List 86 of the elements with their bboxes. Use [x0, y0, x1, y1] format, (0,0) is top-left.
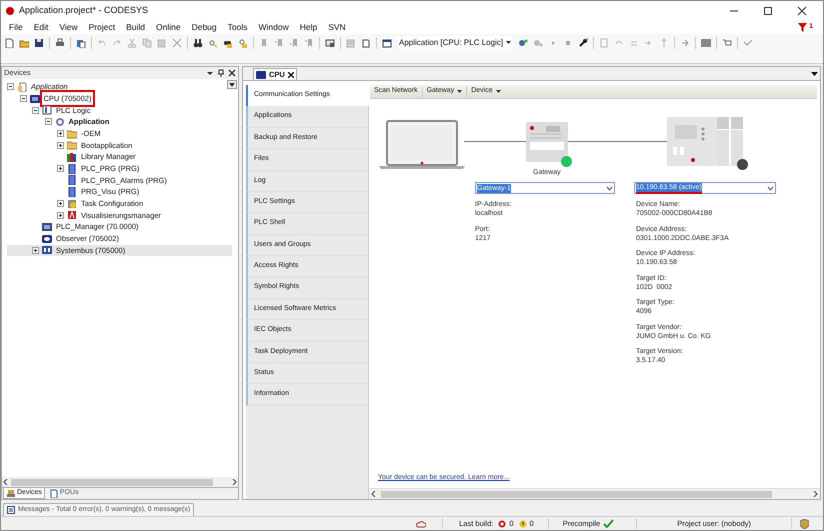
scroll-right-icon[interactable] — [231, 479, 237, 485]
list-window-icon — [7, 506, 15, 514]
eye-icon — [42, 234, 52, 244]
caret-icon — [229, 82, 235, 86]
books-icon — [67, 152, 77, 162]
cloud-icon[interactable] — [416, 520, 426, 528]
menu-item[interactable]: Online — [156, 20, 181, 34]
cart-icon[interactable] — [722, 38, 732, 48]
pin-icon[interactable] — [217, 69, 225, 77]
expand-icon[interactable] — [57, 165, 64, 172]
checkmark-icon[interactable] — [603, 519, 614, 528]
close-icon[interactable] — [288, 72, 294, 78]
menu-item[interactable]: Debug — [192, 20, 217, 34]
document-icon — [67, 187, 77, 198]
menu-item[interactable]: Build — [126, 20, 146, 34]
scroll-left-icon[interactable] — [3, 479, 9, 485]
cpu-icon — [256, 70, 266, 78]
caret-icon — [496, 90, 501, 93]
expand-icon[interactable] — [57, 130, 64, 138]
scroll-left-icon[interactable] — [371, 491, 377, 497]
replace-icon[interactable] — [208, 38, 218, 48]
clipboard-icon[interactable] — [76, 38, 86, 48]
tools-icon[interactable] — [578, 38, 588, 48]
laptop-icon — [378, 120, 466, 170]
window-title: Application.project* - CODESYS — [19, 4, 148, 17]
menu-item[interactable]: View — [59, 20, 78, 34]
screen-icon[interactable] — [701, 38, 712, 48]
shield-icon[interactable] — [800, 518, 809, 528]
expand-icon[interactable] — [57, 142, 64, 149]
window-icon[interactable] — [325, 38, 335, 48]
menu-item[interactable]: Tools — [228, 20, 248, 34]
save-icon[interactable] — [34, 38, 44, 48]
close-icon[interactable] — [797, 6, 807, 16]
close-icon[interactable] — [228, 69, 236, 77]
maximize-icon[interactable] — [763, 6, 773, 16]
scrollbar-thumb[interactable] — [11, 478, 213, 486]
devices-icon — [6, 488, 15, 498]
expand-icon[interactable] — [57, 200, 64, 208]
cpu-icon — [30, 94, 40, 104]
application-dropdown[interactable]: Application [CPU: PLC Logic] — [397, 36, 514, 49]
folder-icon — [67, 128, 77, 139]
menu-item[interactable]: Edit — [34, 20, 48, 34]
chevron-down-icon — [606, 186, 613, 190]
arrow-right-icon[interactable] — [680, 38, 690, 48]
bus-icon — [42, 245, 52, 256]
document-icon[interactable] — [4, 38, 14, 48]
gateway-device-drawing — [526, 122, 570, 164]
menu-item[interactable]: Window — [258, 20, 289, 34]
folder-icon[interactable] — [19, 38, 29, 48]
expand-icon[interactable] — [57, 212, 64, 219]
error-icon — [498, 520, 506, 528]
document-icon — [17, 82, 27, 92]
document-icon — [67, 164, 77, 174]
app-logo-icon — [5, 6, 15, 16]
plc-icon — [42, 105, 52, 116]
menu-item[interactable]: Project — [88, 20, 116, 34]
binoculars-icon[interactable] — [193, 38, 203, 48]
scrollbar-thumb[interactable] — [381, 490, 772, 498]
menu-item[interactable]: SVN — [328, 20, 346, 34]
folder-icon — [67, 140, 77, 150]
caret-icon — [506, 40, 512, 44]
task-icon — [67, 198, 77, 209]
menu-item[interactable]: File — [9, 20, 23, 34]
printer-icon[interactable] — [55, 38, 65, 48]
collapse-icon[interactable] — [7, 83, 14, 90]
dropdown-button[interactable] — [227, 80, 237, 89]
scroll-right-icon[interactable] — [812, 491, 818, 497]
module-icon — [42, 222, 52, 232]
collapse-icon[interactable] — [20, 95, 26, 102]
dropdown-icon[interactable] — [206, 69, 214, 77]
gear-icon — [54, 116, 64, 127]
caret-icon — [457, 90, 462, 93]
visualization-icon — [67, 210, 77, 220]
calendar-icon[interactable] — [382, 38, 392, 48]
menu-item[interactable]: Help — [300, 20, 318, 34]
expand-icon[interactable] — [32, 246, 39, 254]
dropdown-icon[interactable] — [811, 72, 818, 77]
document-icon — [67, 175, 77, 186]
login-gears-icon[interactable] — [518, 38, 528, 48]
check-arrows-icon[interactable] — [743, 38, 754, 48]
chevron-down-icon — [767, 186, 774, 190]
warning-icon — [518, 520, 527, 528]
replace-folder-icon[interactable] — [238, 38, 248, 48]
collapse-icon[interactable] — [44, 118, 52, 126]
collapse-icon[interactable] — [32, 106, 39, 114]
page-icon[interactable] — [361, 38, 371, 48]
